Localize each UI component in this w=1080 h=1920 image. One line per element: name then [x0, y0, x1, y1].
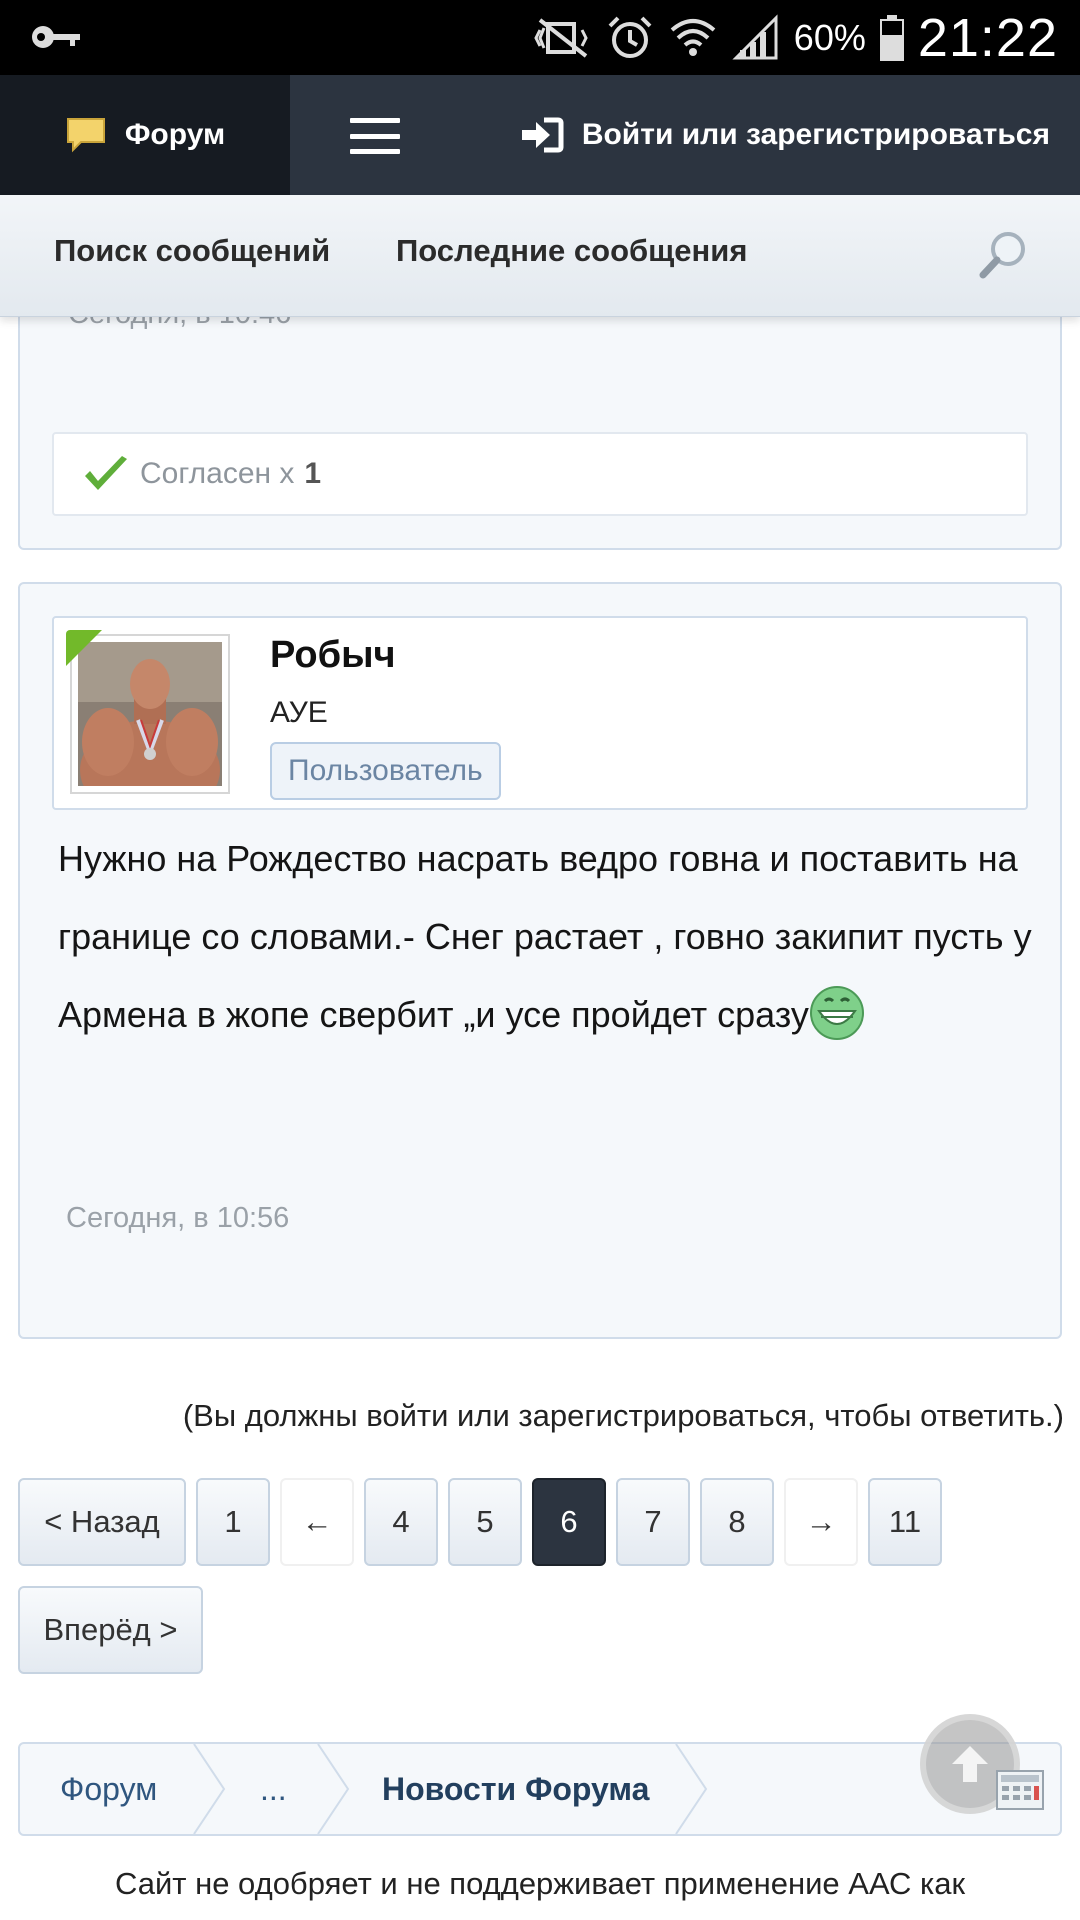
author-role-badge: Пользователь — [270, 742, 501, 800]
arrow-up-icon — [952, 1746, 988, 1782]
login-register-label: Войти или зарегистрироваться — [581, 118, 1050, 151]
page-button-1[interactable]: 1 — [196, 1478, 270, 1566]
breadcrumb: Форум ... Новости Форума — [18, 1742, 1062, 1836]
post: Робыч АУЕ Пользователь Нужно на Рождеств… — [18, 582, 1062, 1339]
battery-percent: 60% — [793, 17, 866, 58]
breadcrumb-item-ellipsis[interactable]: ... — [260, 1744, 287, 1834]
author-name[interactable]: Робыч — [270, 634, 396, 677]
hamburger-menu-button[interactable] — [340, 111, 410, 161]
breadcrumb-separator — [193, 1744, 226, 1834]
page-button-7[interactable]: 7 — [616, 1478, 690, 1566]
forum-home-label: Форум — [124, 118, 226, 151]
calculator-icon[interactable] — [996, 1770, 1044, 1810]
sub-navigation: Поиск сообщений Последние сообщения — [0, 195, 1080, 317]
alarm-icon — [608, 16, 652, 58]
author-title: АУЕ — [270, 696, 328, 729]
login-register-link[interactable]: Войти или зарегистрироваться — [520, 75, 1050, 195]
page-button-current[interactable]: 6 — [532, 1478, 606, 1566]
reactions-bar[interactable]: Согласен х 1 — [52, 432, 1028, 516]
search-posts-link[interactable]: Поиск сообщений — [54, 233, 330, 269]
signal-icon — [732, 14, 778, 60]
reaction-count: 1 — [304, 457, 322, 490]
page-button-8[interactable]: 8 — [700, 1478, 774, 1566]
previous-post: Сегодня, в 10:46 Согласен х 1 — [18, 280, 1062, 550]
footer-disclaimer: Сайт не одобряет и не поддерживает приме… — [114, 1866, 966, 1901]
vibrate-mute-icon — [534, 18, 588, 58]
status-bar: 60% 21:22 — [0, 0, 1080, 75]
post-date[interactable]: Сегодня, в 10:56 — [66, 1202, 289, 1235]
top-navigation: Форум Войти или зарегистрироваться — [0, 75, 1080, 195]
breadcrumb-item-news[interactable]: Новости Форума — [382, 1744, 649, 1834]
page-jump-back-button[interactable]: ← — [280, 1478, 354, 1566]
speech-bubble-icon — [66, 118, 105, 153]
grinning-smiley-icon — [809, 986, 864, 1041]
post-body: Нужно на Рождество насрать ведро говна и… — [58, 820, 1038, 1054]
page-jump-forward-button[interactable]: → — [784, 1478, 858, 1566]
reaction-label: Согласен х — [140, 457, 295, 490]
page-button-5[interactable]: 5 — [448, 1478, 522, 1566]
author-box: Робыч АУЕ Пользователь — [52, 616, 1028, 820]
clock: 21:22 — [917, 8, 1058, 68]
login-to-reply-note: (Вы должны войти или зарегистрироваться,… — [182, 1398, 1064, 1433]
breadcrumb-separator — [317, 1744, 350, 1834]
wifi-icon — [670, 19, 716, 56]
next-page-button[interactable]: Вперёд > — [18, 1586, 203, 1674]
breadcrumb-item-forum[interactable]: Форум — [60, 1744, 157, 1834]
search-icon[interactable] — [978, 229, 1028, 281]
checkmark-icon — [85, 456, 127, 490]
battery-icon — [879, 15, 904, 61]
key-icon — [32, 26, 80, 48]
recent-posts-link[interactable]: Последние сообщения — [396, 233, 747, 269]
online-indicator — [66, 630, 102, 666]
breadcrumb-separator — [675, 1744, 708, 1834]
page-button-4[interactable]: 4 — [364, 1478, 438, 1566]
page-button-11[interactable]: 11 — [868, 1478, 942, 1566]
forum-home-tab[interactable]: Форум — [0, 75, 290, 195]
prev-page-button[interactable]: < Назад — [18, 1478, 186, 1566]
post-text: Нужно на Рождество насрать ведро говна и… — [58, 838, 1032, 1035]
login-icon — [521, 117, 564, 153]
